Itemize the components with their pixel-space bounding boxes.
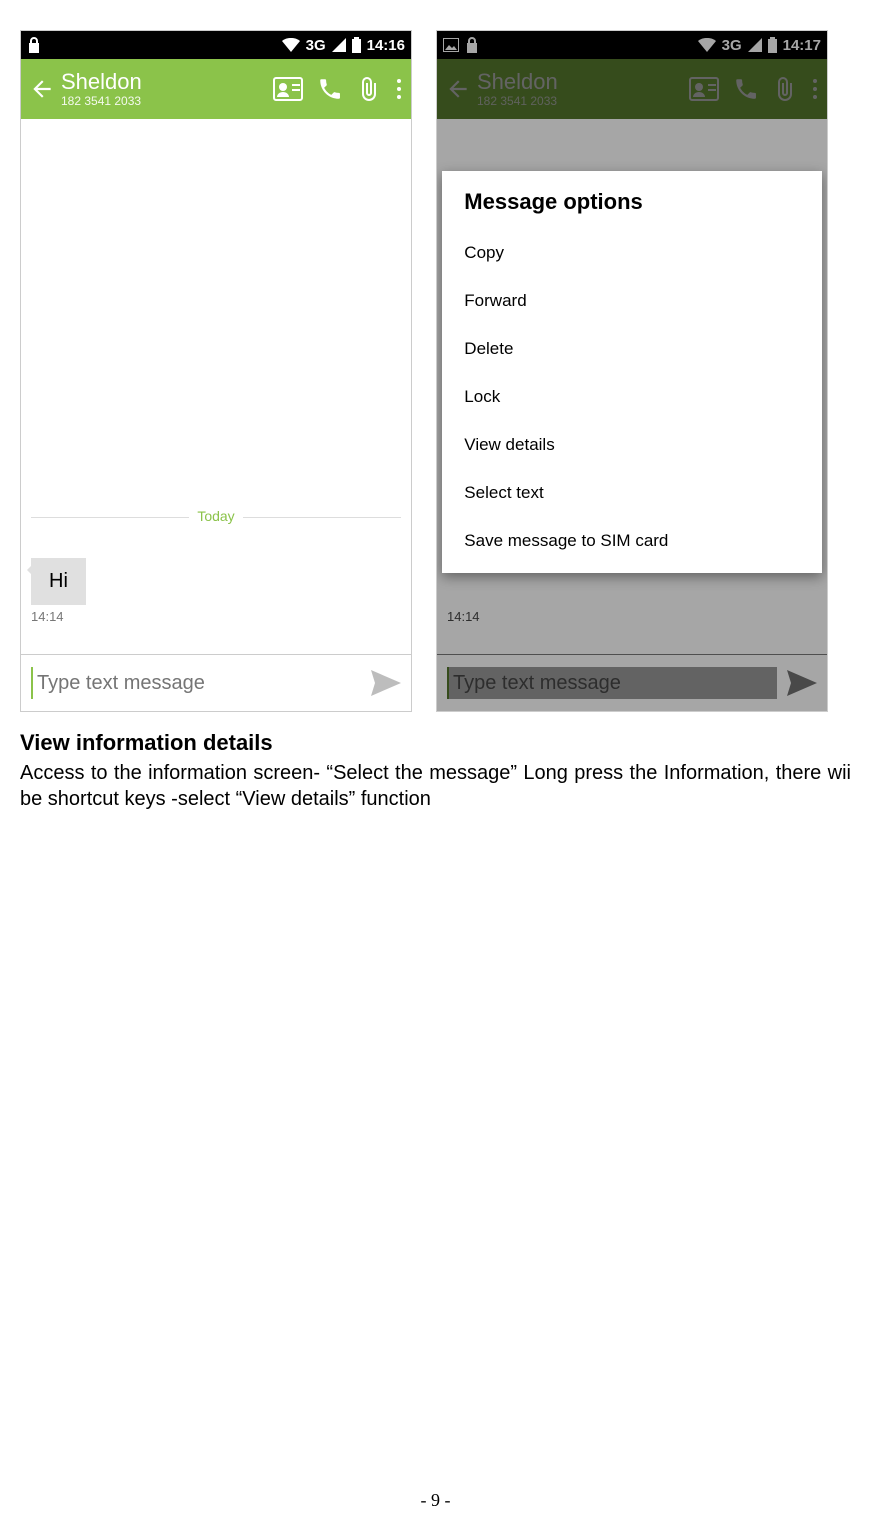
conversation-area[interactable]: Today Hi 14:14 [21,119,411,654]
compose-row [21,654,411,711]
page-number: - 9 - [0,1490,871,1511]
contact-card-icon[interactable] [273,77,303,101]
contact-title[interactable]: Sheldon 182 3541 2033 [61,70,267,107]
attach-icon[interactable] [357,76,381,102]
status-time: 14:16 [367,37,405,54]
message-bubble[interactable]: Hi [31,558,86,605]
lock-icon [27,37,41,53]
dialog-item-forward[interactable]: Forward [464,277,799,325]
wifi-icon [282,38,300,52]
message-input[interactable] [31,667,361,699]
battery-icon [352,37,361,53]
dialog-item-lock[interactable]: Lock [464,373,799,421]
signal-icon [332,38,346,52]
overflow-icon[interactable] [395,77,403,101]
section-paragraph: Access to the information screen- “Selec… [20,760,851,812]
call-icon[interactable] [317,76,343,102]
back-icon[interactable] [29,76,55,102]
document-text: View information details Access to the i… [20,730,851,812]
dialog-item-select-text[interactable]: Select text [464,469,799,517]
contact-number: 182 3541 2033 [61,95,267,108]
dialog-item-save-sim[interactable]: Save message to SIM card [464,517,799,565]
dialog-item-copy[interactable]: Copy [464,229,799,277]
message-time: 14:14 [31,609,86,624]
dialog-scrim[interactable]: Message options Copy Forward Delete Lock… [437,31,827,711]
app-bar: Sheldon 182 3541 2033 [21,59,411,119]
contact-name: Sheldon [61,70,267,94]
screenshot-row: 3G 14:16 Sheldon 182 3541 2033 [20,30,851,712]
network-label: 3G [306,37,326,54]
send-icon[interactable] [371,670,401,696]
status-bar: 3G 14:16 [21,31,411,59]
date-divider: Today [21,517,411,534]
screenshot-right: 3G 14:17 Sheldon 182 3541 2033 [436,30,828,712]
screenshot-left: 3G 14:16 Sheldon 182 3541 2033 [20,30,412,712]
dialog-title: Message options [464,189,799,215]
dialog-item-view-details[interactable]: View details [464,421,799,469]
document-page: 3G 14:16 Sheldon 182 3541 2033 [0,0,871,1529]
section-heading: View information details [20,730,851,756]
dialog-item-delete[interactable]: Delete [464,325,799,373]
message-options-dialog: Message options Copy Forward Delete Lock… [442,171,821,573]
